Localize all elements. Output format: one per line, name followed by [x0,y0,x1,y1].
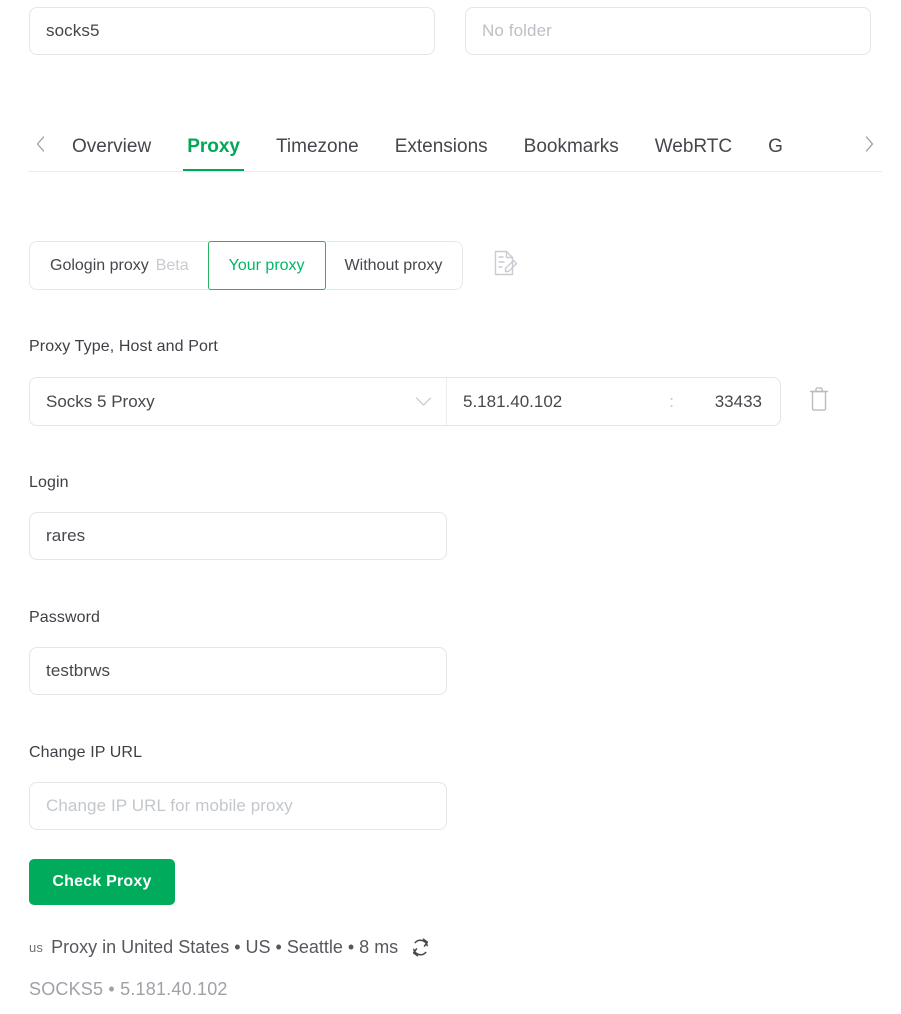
tab-label: Timezone [276,135,359,157]
proxy-status-text: Proxy in United States • US • Seattle • … [51,937,399,957]
tabs-scroll-left-button[interactable] [28,122,54,166]
beta-badge: Beta [155,256,189,274]
proxy-type-value: Socks 5 Proxy [46,391,155,411]
profile-name-value: socks5 [46,21,100,40]
tab-label: WebRTC [654,135,733,157]
proxy-type-select[interactable]: Socks 5 Proxy [30,378,447,425]
folder-select-input[interactable]: No folder [465,7,871,55]
segment-label: Your proxy [228,256,305,274]
change-ip-url-placeholder: Change IP URL for mobile proxy [46,796,293,815]
tab-extensions[interactable]: Extensions [377,122,506,171]
host-port-separator: : [669,391,674,411]
tab-bookmarks[interactable]: Bookmarks [506,122,637,171]
delete-proxy-button[interactable] [805,387,833,417]
tab-label: Extensions [394,135,488,157]
tabs-scroll-right-button[interactable] [856,122,882,166]
proxy-type-host-port-label: Proxy Type, Host and Port [29,338,218,355]
tab-timezone[interactable]: Timezone [258,122,377,171]
tab-proxy[interactable]: Proxy [169,122,258,171]
profile-name-input[interactable]: socks5 [29,7,435,55]
proxy-type-host-port-box: Socks 5 Proxy 5.181.40.102 : 33433 [29,377,781,426]
segment-label: Gologin proxy [50,256,149,274]
login-label: Login [29,474,69,491]
tab-label: Overview [72,135,152,157]
login-value: rares [46,526,86,545]
check-proxy-button[interactable]: Check Proxy [29,859,175,905]
change-ip-url-input[interactable]: Change IP URL for mobile proxy [29,782,447,830]
profile-header-row: socks5 No folder [0,0,901,62]
segment-gologin-proxy[interactable]: Gologin proxy Beta [30,242,209,289]
proxy-port-input[interactable]: 33433 [688,392,762,412]
proxy-paste-edit-button[interactable] [489,250,519,282]
folder-placeholder: No folder [482,21,552,40]
proxy-host-input[interactable]: 5.181.40.102 [463,392,669,412]
host-port-fields: 5.181.40.102 : 33433 [447,378,780,425]
tab-label: Proxy [187,135,240,157]
tab-geolocation-truncated[interactable]: G [750,122,783,171]
chevron-left-icon [35,134,47,154]
segment-your-proxy[interactable]: Your proxy [207,241,326,290]
tab-overview[interactable]: Overview [54,122,169,171]
password-label: Password [29,609,101,626]
trash-icon [808,386,830,417]
chevron-down-icon [415,396,432,407]
proxy-status-detail: SOCKS5 • 5.181.40.102 [29,979,228,999]
proxy-mode-segmented-control: Gologin proxy Beta Your proxy Without pr… [29,241,464,290]
proxy-type-host-port-group: Socks 5 Proxy 5.181.40.102 : 33433 [29,377,833,426]
country-flag-icon: us [29,940,44,955]
tabs-list: Overview Proxy Timezone Extensions Bookm… [54,122,856,171]
change-ip-url-label: Change IP URL [29,744,143,761]
password-input[interactable]: testbrws [29,647,447,695]
login-input[interactable]: rares [29,512,447,560]
refresh-icon[interactable] [410,937,431,958]
tab-label: Bookmarks [523,135,619,157]
document-edit-icon [491,249,518,282]
profile-tabbar: Overview Proxy Timezone Extensions Bookm… [28,122,882,172]
segment-without-proxy[interactable]: Without proxy [325,242,463,289]
chevron-right-icon [863,134,875,154]
proxy-status-line: us Proxy in United States • US • Seattle… [29,937,431,958]
tab-label: G [768,135,783,157]
proxy-mode-row: Gologin proxy Beta Your proxy Without pr… [29,241,519,290]
password-value: testbrws [46,661,111,680]
segment-label: Without proxy [344,256,443,274]
tab-webrtc[interactable]: WebRTC [637,122,750,171]
